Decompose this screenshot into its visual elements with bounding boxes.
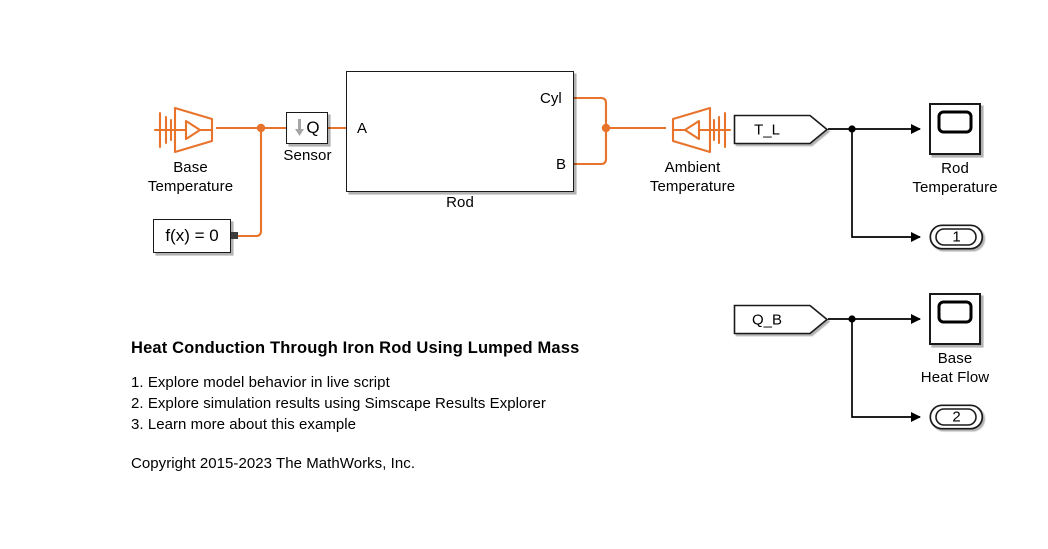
outport-1-label: 1 (952, 228, 961, 246)
rod-port-a-label: A (357, 120, 368, 137)
scope-icon (937, 110, 973, 134)
wire-b-to-merge (573, 128, 608, 166)
sensor-block[interactable]: Q (286, 112, 328, 144)
sensor-block-content: Q (287, 113, 327, 143)
junction-dot-tl (848, 125, 856, 133)
junction-dot-qb (848, 315, 856, 323)
solver-configuration-text: f(x) = 0 (165, 226, 219, 245)
sensor-label: Sensor (283, 147, 332, 164)
rod-label: Rod (446, 194, 474, 211)
ambient-temperature-label: Ambient Temperature (649, 159, 736, 195)
tag-t-l-label: T_L (754, 121, 780, 138)
solver-configuration-block[interactable]: f(x) = 0 (153, 219, 231, 253)
thermal-source-icon (153, 106, 214, 154)
scope-rod-temperature-block[interactable] (929, 103, 981, 155)
annotation-item-1: 1. Explore model behavior in live script (131, 374, 390, 391)
outport-2-label: 2 (952, 408, 961, 426)
scope-icon-2 (937, 300, 973, 324)
junction-dot-rod-right (601, 123, 611, 133)
base-temperature-label: Base Temperature (147, 159, 234, 195)
tag-q-b-label: Q_B (751, 311, 782, 328)
outport-1[interactable]: 1 (929, 224, 984, 250)
outport-2[interactable]: 2 (929, 404, 984, 430)
tag-q-b[interactable]: Q_B (732, 303, 830, 336)
annotation-title: Heat Conduction Through Iron Rod Using L… (131, 339, 580, 357)
rod-port-cyl-label: Cyl (540, 90, 562, 107)
scope-rod-temperature-label: Rod Temperature (912, 160, 998, 196)
solver-output-port (231, 232, 238, 239)
scope-base-heat-flow-block[interactable] (929, 293, 981, 345)
tag-t-l[interactable]: T_L (732, 113, 830, 146)
simulink-model-canvas[interactable]: Base Temperature f(x) = 0 Q Sensor A Cyl… (0, 0, 1048, 549)
rod-port-b-label: B (556, 156, 567, 173)
junction-dot-left (256, 123, 266, 133)
annotation-item-3: 3. Learn more about this example (131, 416, 357, 433)
down-arrow-icon (295, 119, 305, 136)
annotation-copyright: Copyright 2015-2023 The MathWorks, Inc. (131, 455, 416, 472)
wire-cyl-to-merge (573, 96, 608, 128)
annotation-item-2: 2. Explore simulation results using Sims… (131, 395, 546, 412)
sensor-variable-label: Q (306, 118, 320, 137)
scope-base-heat-flow-label: Base Heat Flow (920, 350, 990, 386)
